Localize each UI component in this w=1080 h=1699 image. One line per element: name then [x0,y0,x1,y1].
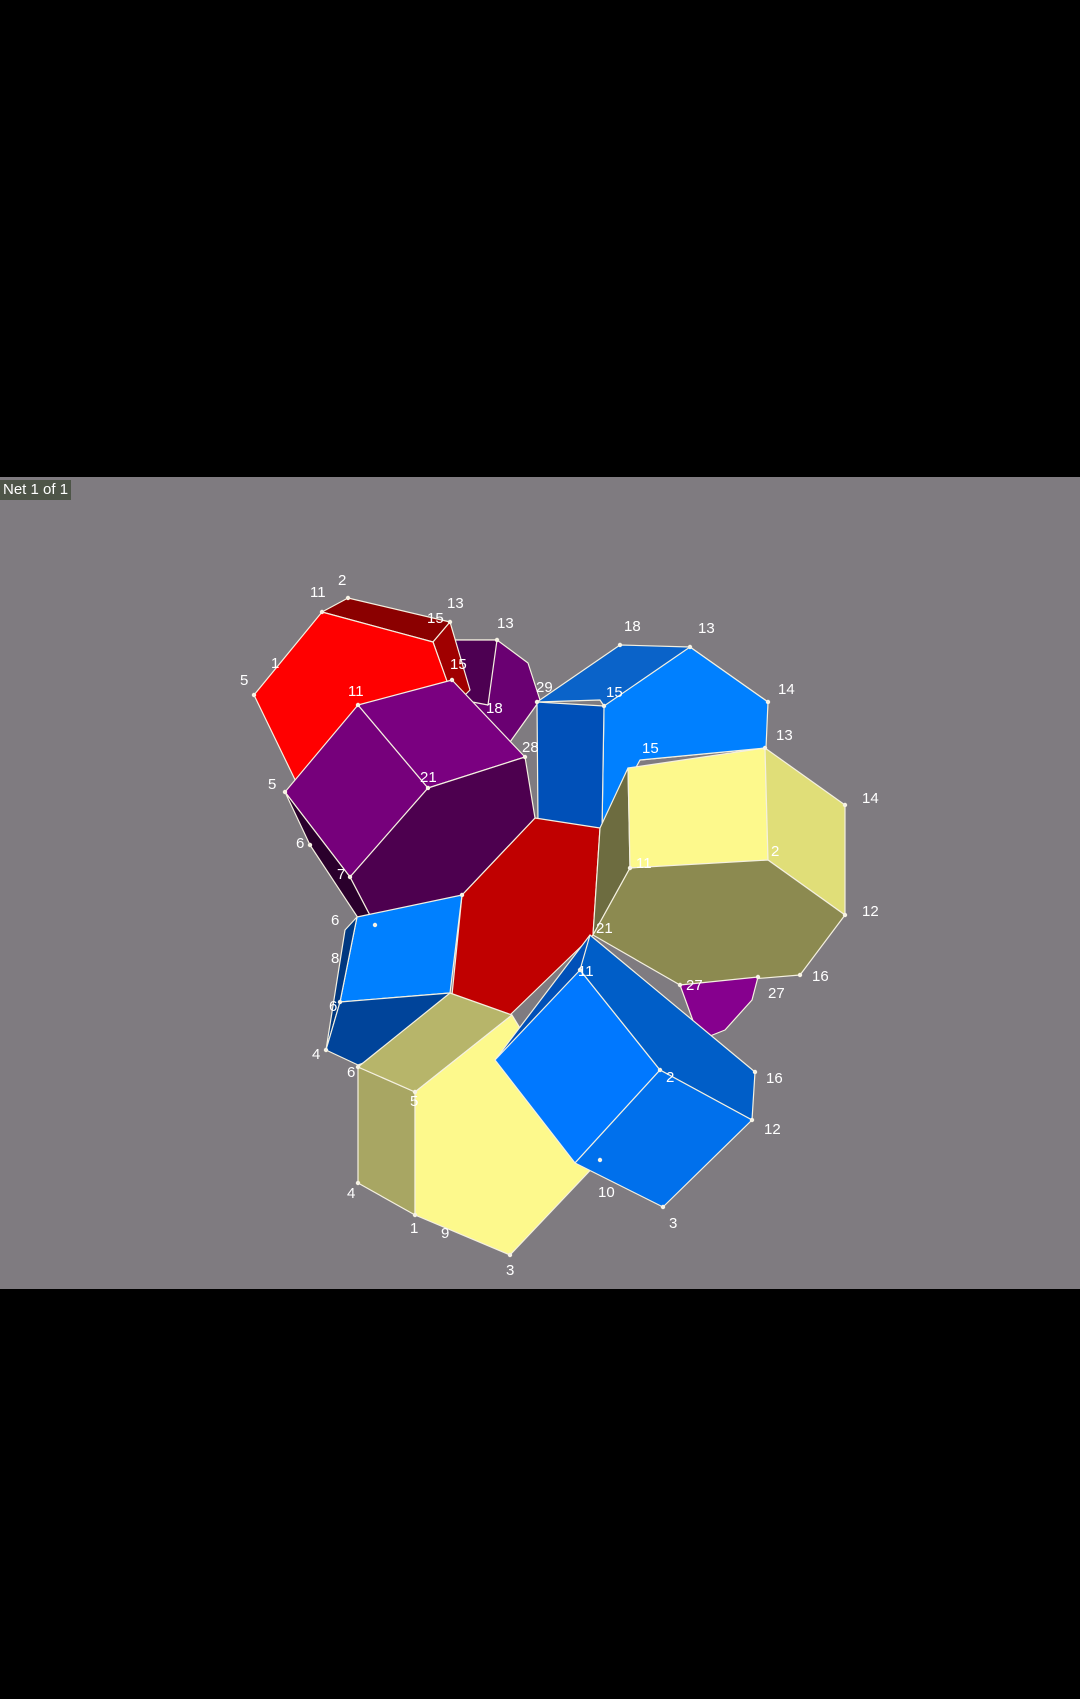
vertex-label: 4 [347,1185,355,1202]
vertex-label: 2 [338,572,346,589]
vertex-label: 11 [348,683,364,700]
vertex-label: 29 [536,679,553,696]
vertex-label: 8 [331,950,339,967]
vertex-label: 6 [331,912,339,929]
vertex-label: 13 [447,595,464,612]
vertex-label: 5 [268,776,276,793]
vertex-label: 10 [598,1184,615,1201]
vertex-label: 11 [310,584,326,601]
vertex-label: 14 [862,790,879,807]
vertex-label: 3 [506,1262,514,1279]
vertex-label: 2 [771,843,779,860]
vertex-label: 16 [812,968,829,985]
vertex-label: 6 [296,835,304,852]
vertex-label: 14 [778,681,795,698]
vertex-label: 15 [427,610,444,627]
face-blue-top-side [536,701,605,831]
vertex-label: 12 [862,903,879,920]
vertex-label: 16 [766,1070,783,1087]
vertex-label: 13 [698,620,715,637]
polyhedron-net-scene[interactable]: 11 2 13 15 13 5 1 11 15 18 29 15 18 13 1… [0,477,1080,1289]
vertex-label: 9 [441,1225,449,1242]
vertex-label: 15 [606,684,623,701]
vertex-label: 21 [596,920,613,937]
vertex-label: 28 [522,739,539,756]
vertex-label: 5 [410,1093,418,1110]
app-screen: Net 1 of 1 11 2 13 15 13 5 1 11 15 18 29… [0,0,1080,1699]
vertex-label: 6 [329,998,337,1015]
vertex-label: 11 [636,855,652,872]
vertex-label: 18 [486,700,503,717]
vertex-label: 27 [768,985,785,1002]
vertex-label: 7 [337,866,345,883]
vertex-label: 27 [686,977,703,994]
vertex-label: 4 [312,1046,320,1063]
vertex-label: 5 [240,672,248,689]
vertex-label: 18 [624,618,641,635]
vertex-label: 11 [578,963,594,980]
net-viewport[interactable]: Net 1 of 1 11 2 13 15 13 5 1 11 15 18 29… [0,477,1080,1289]
vertex-label: 3 [669,1215,677,1232]
vertex-label: 2 [666,1069,674,1086]
vertex-label: 13 [776,727,793,744]
face-yellow-bottom-side [357,1066,416,1216]
vertex-label: 15 [450,656,467,673]
vertex-label: 15 [642,740,659,757]
vertex-label: 12 [764,1121,781,1138]
vertex-label: 21 [420,769,437,786]
vertex-label: 6 [347,1064,355,1081]
vertex-label: 13 [497,615,514,632]
vertex-label: 1 [271,655,279,672]
vertex-label: 1 [410,1220,418,1237]
face-yellow-right-front [627,747,769,869]
